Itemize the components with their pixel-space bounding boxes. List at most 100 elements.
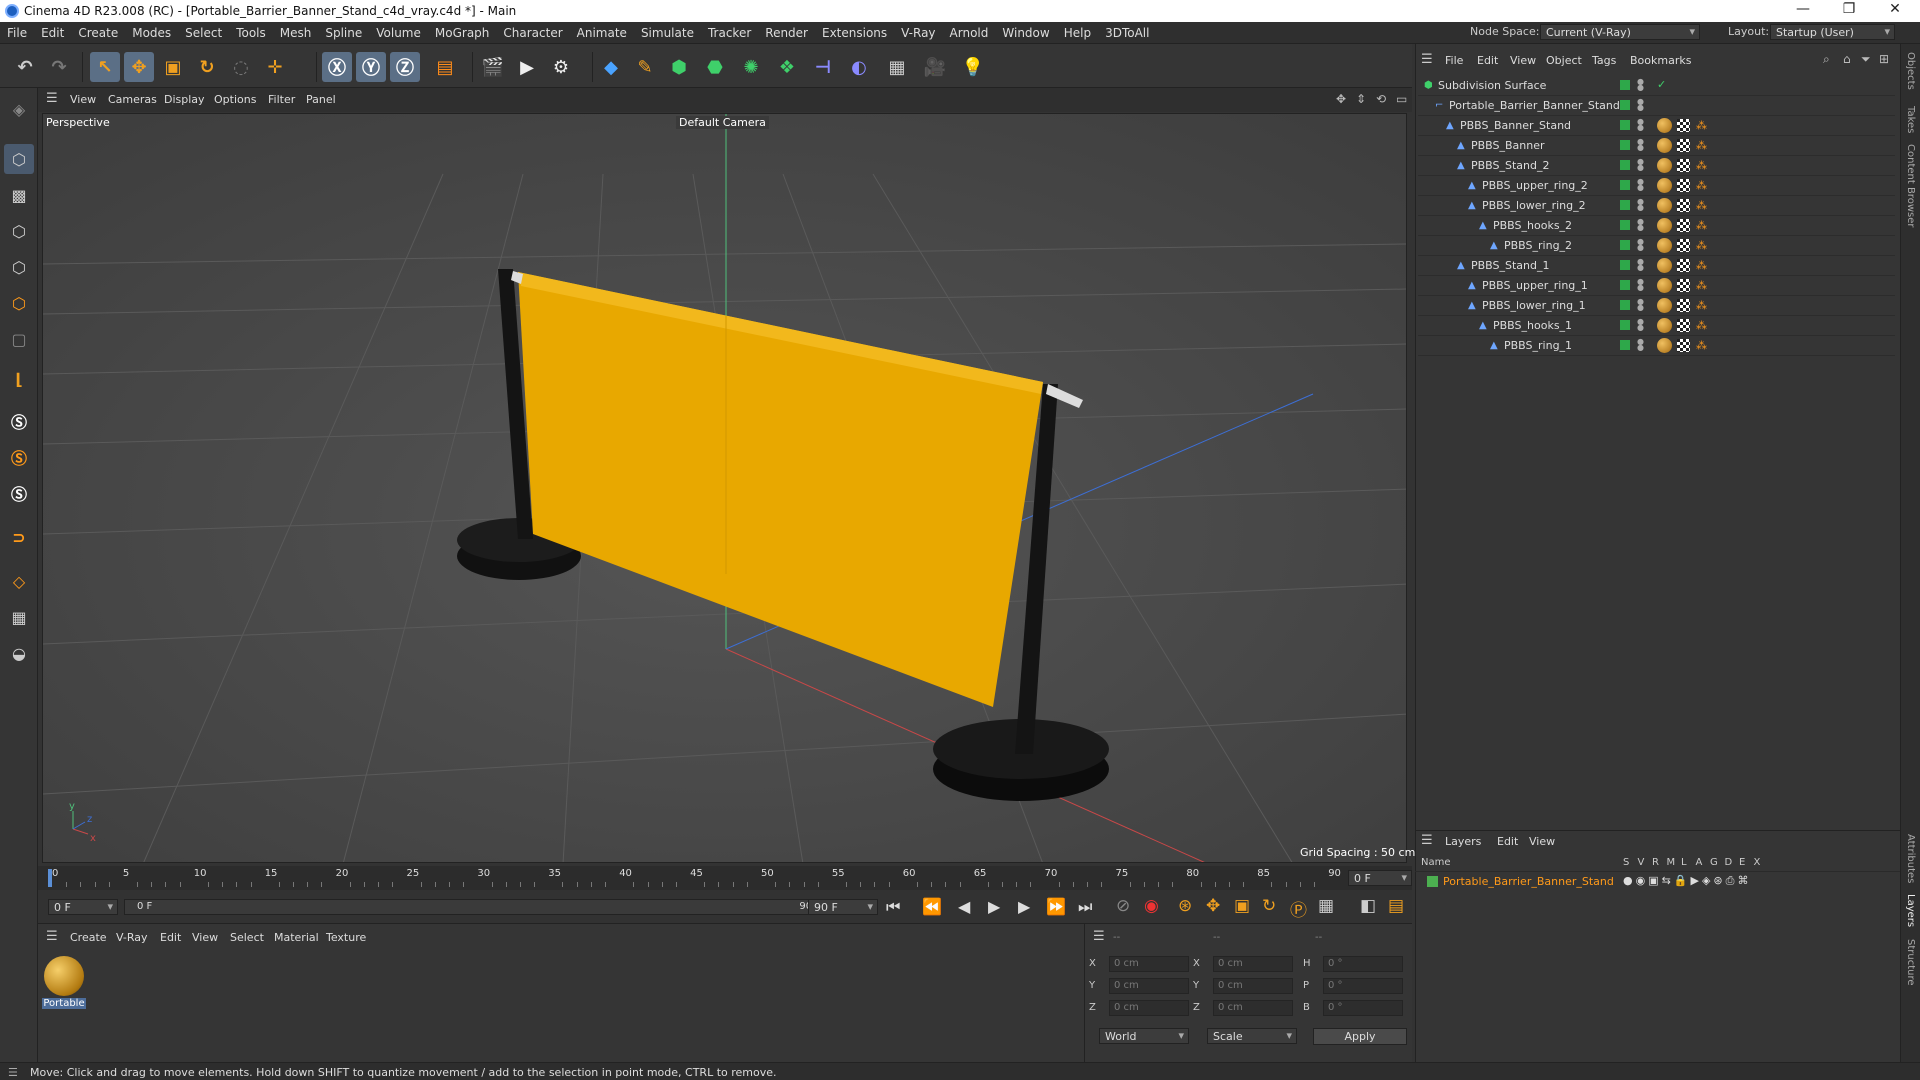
- next-frame-icon[interactable]: ▶: [1018, 897, 1030, 916]
- object-name[interactable]: PBBS_hooks_2: [1493, 219, 1572, 232]
- uvw-tag-icon[interactable]: [1677, 179, 1690, 192]
- magnet-icon[interactable]: ⊃: [4, 522, 34, 552]
- selection-tag-icon[interactable]: ⁂: [1696, 279, 1707, 292]
- render-view-icon[interactable]: 🎬: [478, 52, 508, 82]
- material-tag-icon[interactable]: [1657, 138, 1672, 153]
- motion-system-icon[interactable]: ◧: [1360, 896, 1376, 916]
- uvw-tag-icon[interactable]: [1677, 339, 1690, 352]
- coordinate-system-icon[interactable]: ▤: [430, 52, 460, 82]
- side-tab-objects[interactable]: Objects: [1905, 52, 1916, 90]
- menu-mesh[interactable]: Mesh: [273, 22, 319, 44]
- timeline-playhead[interactable]: [48, 869, 52, 887]
- key-parameter-icon[interactable]: Ⓟ: [1290, 896, 1307, 921]
- render-settings-icon[interactable]: ⚙: [546, 52, 576, 82]
- snap-settings-icon[interactable]: Ⓢ: [4, 442, 34, 472]
- object-menu-file[interactable]: File: [1445, 54, 1463, 67]
- visibility-toggle[interactable]: [1620, 160, 1630, 170]
- material-hamburger-icon[interactable]: ☰: [46, 929, 58, 944]
- render-visibility-dots[interactable]: ● ●: [1637, 178, 1644, 193]
- menu-animate[interactable]: Animate: [570, 22, 634, 44]
- layer-name[interactable]: Portable_Barrier_Banner_Stand: [1443, 875, 1614, 888]
- pen-spline-icon[interactable]: ✎: [630, 52, 660, 82]
- coord-value-field[interactable]: 0 °: [1323, 956, 1403, 972]
- material-tag-icon[interactable]: [1657, 298, 1672, 313]
- visibility-toggle[interactable]: [1620, 100, 1630, 110]
- render-visibility-dots[interactable]: ● ●: [1637, 238, 1644, 253]
- uvw-tag-icon[interactable]: [1677, 219, 1690, 232]
- polygons-mode-icon[interactable]: ⬡: [4, 288, 34, 318]
- selection-tag-icon[interactable]: ⁂: [1696, 319, 1707, 332]
- coord-value-field[interactable]: 0 cm: [1109, 956, 1189, 972]
- render-visibility-dots[interactable]: ● ●: [1637, 278, 1644, 293]
- render-to-picture-viewer-icon[interactable]: ▶: [512, 52, 542, 82]
- visibility-toggle[interactable]: [1620, 340, 1630, 350]
- object-row[interactable]: ▲ PBBS_Stand_1 ● ● ⁂: [1418, 256, 1895, 276]
- visibility-toggle[interactable]: [1620, 200, 1630, 210]
- visibility-toggle[interactable]: [1620, 260, 1630, 270]
- material-menu-material[interactable]: Material: [274, 931, 319, 944]
- selection-tag-icon[interactable]: ⁂: [1696, 199, 1707, 212]
- key-position-icon[interactable]: ✥: [1206, 896, 1220, 916]
- uvw-tag-icon[interactable]: [1677, 199, 1690, 212]
- extrude-icon[interactable]: ⬣: [700, 52, 730, 82]
- object-row[interactable]: ⬢ Subdivision Surface ● ● ✓: [1418, 76, 1895, 96]
- previous-frame-icon[interactable]: ◀: [958, 897, 970, 916]
- object-row[interactable]: ▲ PBBS_upper_ring_2 ● ● ⁂: [1418, 176, 1895, 196]
- object-name[interactable]: Portable_Barrier_Banner_Stand: [1449, 99, 1620, 112]
- layer-flag-header[interactable]: S: [1623, 857, 1629, 868]
- z-axis-lock-icon[interactable]: Ⓩ: [390, 52, 420, 82]
- material-tag-icon[interactable]: [1657, 318, 1672, 333]
- workplane-icon[interactable]: ◇: [4, 566, 34, 596]
- render-visibility-dots[interactable]: ● ●: [1637, 198, 1644, 213]
- material-tag-icon[interactable]: [1657, 338, 1672, 353]
- menu-arnold[interactable]: Arnold: [943, 22, 996, 44]
- coord-space-dropdown[interactable]: World: [1099, 1028, 1189, 1044]
- viewport-menu-display[interactable]: Display: [164, 93, 205, 106]
- menu-volume[interactable]: Volume: [369, 22, 428, 44]
- render-visibility-dots[interactable]: ● ●: [1637, 78, 1644, 93]
- current-frame-field[interactable]: 0 F: [1348, 870, 1412, 886]
- layer-hamburger-icon[interactable]: ☰: [1421, 833, 1433, 848]
- new-panel-icon[interactable]: ⊞: [1879, 52, 1889, 66]
- object-row[interactable]: ▲ PBBS_ring_2 ● ● ⁂: [1418, 236, 1895, 256]
- points-mode-icon[interactable]: ⬡: [4, 216, 34, 246]
- camera-label[interactable]: Default Camera: [676, 116, 769, 129]
- enabled-check-icon[interactable]: ✓: [1657, 78, 1666, 91]
- viewport-menu-view[interactable]: View: [70, 93, 96, 106]
- rotate-view-icon[interactable]: ⟲: [1376, 92, 1386, 106]
- material-menu-edit[interactable]: Edit: [160, 931, 181, 944]
- cube-icon[interactable]: ◆: [596, 52, 626, 82]
- maximize-view-icon[interactable]: ▭: [1396, 92, 1407, 106]
- uvw-tag-icon[interactable]: [1677, 319, 1690, 332]
- layer-menu-layers[interactable]: Layers: [1445, 835, 1481, 848]
- object-menu-view[interactable]: View: [1510, 54, 1536, 67]
- object-menu-object[interactable]: Object: [1546, 54, 1582, 67]
- uvw-tag-icon[interactable]: [1677, 279, 1690, 292]
- go-to-end-icon[interactable]: ⏭: [1078, 897, 1092, 917]
- layer-row[interactable]: Portable_Barrier_Banner_Stand ●◉▣⇆🔒▶◈⊛⎙⌘: [1415, 873, 1900, 891]
- viewport-name[interactable]: Perspective: [46, 116, 110, 129]
- material-menu-select[interactable]: Select: [230, 931, 264, 944]
- side-tab-content-browser[interactable]: Content Browser: [1905, 144, 1916, 227]
- viewport-menu-panel[interactable]: Panel: [306, 93, 336, 106]
- object-menu-bookmarks[interactable]: Bookmarks: [1630, 54, 1691, 67]
- mograph-icon[interactable]: ❖: [772, 52, 802, 82]
- keyframe-selection-icon[interactable]: ⊛: [1178, 896, 1192, 916]
- layer-flag-header[interactable]: L: [1681, 857, 1687, 868]
- filter-icon[interactable]: ⏷: [1861, 52, 1871, 67]
- material-menu-texture[interactable]: Texture: [326, 931, 366, 944]
- material-tag-icon[interactable]: [1657, 158, 1672, 173]
- subdivision-surface-icon[interactable]: ⬢: [664, 52, 694, 82]
- coord-value-field[interactable]: 0 cm: [1109, 1000, 1189, 1016]
- layer-color-swatch[interactable]: [1427, 876, 1438, 887]
- status-hamburger-icon[interactable]: ☰: [8, 1066, 18, 1079]
- render-visibility-dots[interactable]: ● ●: [1637, 318, 1644, 333]
- object-name[interactable]: PBBS_Stand_2: [1471, 159, 1550, 172]
- selection-tag-icon[interactable]: ⁂: [1696, 179, 1707, 192]
- object-name[interactable]: PBBS_upper_ring_1: [1482, 279, 1588, 292]
- layer-menu-edit[interactable]: Edit: [1497, 835, 1518, 848]
- menu-tools[interactable]: Tools: [229, 22, 273, 44]
- selection-tag-icon[interactable]: ⁂: [1696, 239, 1707, 252]
- coord-hamburger-icon[interactable]: ☰: [1093, 929, 1105, 944]
- quantize-icon[interactable]: Ⓢ: [4, 478, 34, 508]
